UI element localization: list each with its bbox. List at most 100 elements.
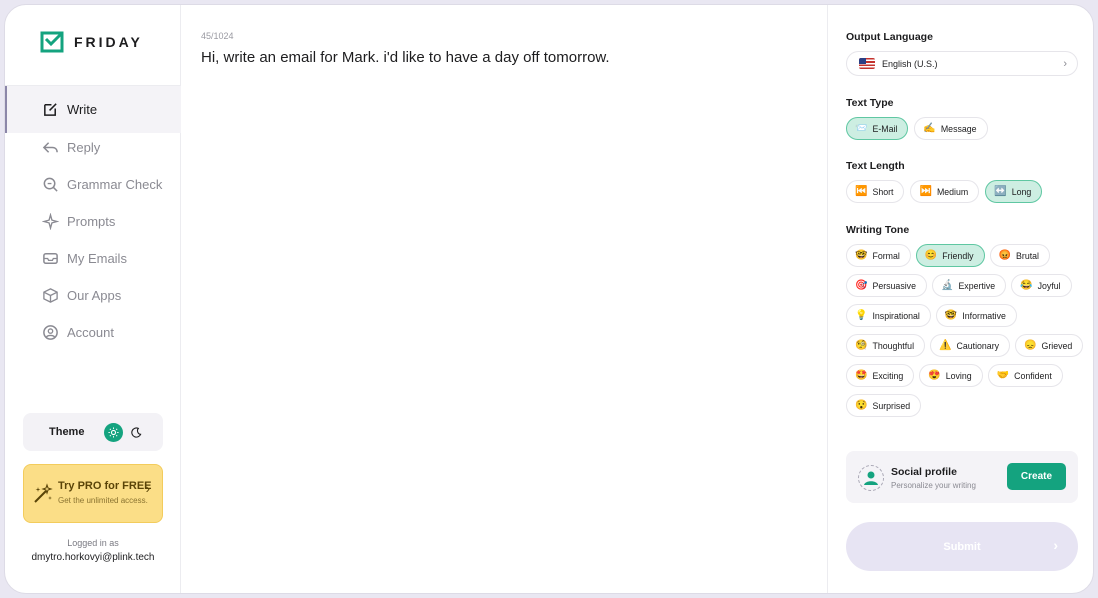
- settings-panel: Output Language English (U.S.) › Text Ty…: [827, 5, 1093, 593]
- chip-label: Cautionary: [956, 340, 1000, 351]
- chip-label: Persuasive: [872, 280, 916, 291]
- text-length-medium[interactable]: ⏭️ Medium: [910, 180, 980, 203]
- theme-switcher: Theme: [23, 413, 163, 451]
- logo-check-icon: [40, 31, 64, 53]
- sparkle-icon: [42, 213, 59, 230]
- logo[interactable]: FRIDAY: [40, 31, 143, 53]
- tone-confident[interactable]: 🤝 Confident: [987, 364, 1063, 387]
- tone-brutal[interactable]: 😡 Brutal: [989, 244, 1051, 267]
- text-length-short[interactable]: ⏮️ Short: [846, 180, 905, 203]
- target-icon: 🎯: [855, 280, 868, 291]
- user-avatar-icon: [858, 465, 884, 491]
- microscope-icon: 🔬: [940, 280, 954, 291]
- heart-eyes-icon: 😍: [928, 370, 941, 381]
- create-button[interactable]: Create: [1007, 463, 1066, 490]
- sidebar-nav: Write Reply Grammar Check Prompts My Ema…: [5, 85, 181, 351]
- sidebar-item-grammar-check[interactable]: Grammar Check: [5, 166, 181, 203]
- warning-icon: ⚠️: [939, 340, 952, 351]
- chip-label: Long: [1011, 186, 1032, 197]
- cube-icon: [43, 288, 58, 303]
- magic-wand-icon: [34, 483, 53, 503]
- chip-label: Message: [940, 123, 977, 134]
- text-type-options: 📨 E-Mail ✍️ Message: [846, 117, 1086, 140]
- tone-surprised[interactable]: 😯 Surprised: [846, 394, 922, 417]
- output-language-value: English (U.S.): [882, 58, 938, 69]
- chip-label: Surprised: [872, 400, 911, 411]
- sidebar-item-label: Prompts: [67, 214, 116, 229]
- edit-icon: [44, 103, 57, 116]
- text-length-options: ⏮️ Short ⏭️ Medium ↔️ Long: [846, 180, 1086, 203]
- grammar-search-icon: [43, 177, 58, 192]
- text-length-title: Text Length: [846, 160, 905, 172]
- chip-label: Exciting: [872, 370, 904, 381]
- sad-face-icon: 😞: [1024, 340, 1037, 351]
- smiling-face-icon: 😊: [924, 250, 938, 261]
- moon-icon[interactable]: [127, 423, 146, 442]
- sidebar-item-write[interactable]: Write: [5, 86, 181, 133]
- inbox-icon: [43, 253, 58, 264]
- editor-area[interactable]: 45/1024 Hi, write an email for Mark. i'd…: [181, 5, 827, 593]
- sidebar-item-prompts[interactable]: Prompts: [5, 203, 181, 240]
- surprised-face-icon: 😯: [855, 400, 868, 411]
- prompt-text[interactable]: Hi, write an email for Mark. i'd like to…: [201, 49, 610, 66]
- logo-text: FRIDAY: [74, 34, 143, 50]
- sidebar-item-account[interactable]: Account: [5, 314, 181, 351]
- sidebar-item-label: Write: [67, 102, 98, 117]
- chip-label: Loving: [945, 370, 972, 381]
- try-pro-banner[interactable]: Try PRO for FREE Get the unlimited acces…: [23, 464, 163, 523]
- tone-thoughtful[interactable]: 🧐 Thoughtful: [846, 334, 926, 357]
- text-type-title: Text Type: [846, 97, 894, 109]
- tone-friendly[interactable]: 😊 Friendly: [915, 244, 985, 267]
- sun-icon[interactable]: [104, 422, 124, 442]
- tone-informative[interactable]: 🤓 Informative: [935, 304, 1017, 327]
- handshake-icon: 🤝: [996, 370, 1010, 381]
- tone-loving[interactable]: 😍 Loving: [919, 364, 983, 387]
- character-counter: 45/1024: [201, 31, 234, 41]
- sidebar-item-our-apps[interactable]: Our Apps: [5, 277, 181, 314]
- light-bulb-icon: 💡: [855, 310, 868, 321]
- text-type-email[interactable]: 📨 E-Mail: [846, 117, 909, 140]
- tone-persuasive[interactable]: 🎯 Persuasive: [846, 274, 927, 297]
- sidebar-item-label: Account: [67, 325, 114, 340]
- chip-label: Informative: [962, 310, 1006, 321]
- chip-label: Formal: [872, 250, 900, 261]
- tone-cautionary[interactable]: ⚠️ Cautionary: [930, 334, 1011, 357]
- chip-label: Friendly: [942, 250, 974, 261]
- writing-tone-options: 🤓 Formal 😊 Friendly 😡 Brutal 🎯 Persuasive 🔬 E…: [846, 244, 1086, 417]
- social-profile-card: Social profile Personalize your writing …: [846, 451, 1078, 503]
- nerd-face-icon: 🤓: [944, 310, 958, 321]
- us-flag-icon: [859, 58, 875, 69]
- tone-inspirational[interactable]: 💡 Inspirational: [846, 304, 931, 327]
- envelope-emoji-icon: 📨: [855, 123, 868, 134]
- sidebar-item-reply[interactable]: Reply: [5, 129, 181, 166]
- tone-formal[interactable]: 🤓 Formal: [846, 244, 911, 267]
- theme-label: Theme: [49, 426, 85, 438]
- tone-joyful[interactable]: 😂 Joyful: [1011, 274, 1072, 297]
- submit-button[interactable]: Submit ›: [846, 522, 1078, 571]
- chip-label: Short: [872, 186, 894, 197]
- writing-tone-title: Writing Tone: [846, 224, 910, 236]
- text-length-long[interactable]: ↔️ Long: [985, 180, 1043, 203]
- chip-label: E-Mail: [872, 123, 898, 134]
- medium-icon: ⏭️: [919, 186, 932, 197]
- sidebar-item-label: Our Apps: [67, 288, 122, 303]
- chevron-right-icon: ›: [145, 481, 150, 496]
- chip-label: Joyful: [1037, 280, 1061, 291]
- sidebar-item-my-emails[interactable]: My Emails: [5, 240, 181, 277]
- output-language-select[interactable]: English (U.S.) ›: [846, 51, 1078, 76]
- tone-exciting[interactable]: 🤩 Exciting: [846, 364, 915, 387]
- reply-icon: [42, 142, 58, 153]
- chip-label: Confident: [1014, 370, 1052, 381]
- output-language-title: Output Language: [846, 31, 933, 43]
- short-icon: ⏮️: [855, 186, 868, 197]
- social-profile-title: Social profile: [891, 466, 957, 478]
- social-profile-subtitle: Personalize your writing: [891, 481, 976, 490]
- tone-expertive[interactable]: 🔬 Expertive: [931, 274, 1007, 297]
- tone-grieved[interactable]: 😞 Grieved: [1015, 334, 1084, 357]
- nerd-face-icon: 🤓: [855, 250, 868, 261]
- text-type-message[interactable]: ✍️ Message: [914, 117, 988, 140]
- sidebar-item-label: Grammar Check: [67, 177, 163, 192]
- submit-label: Submit: [943, 540, 981, 553]
- laughing-face-icon: 😂: [1020, 280, 1033, 291]
- user-circle-icon: [43, 325, 58, 340]
